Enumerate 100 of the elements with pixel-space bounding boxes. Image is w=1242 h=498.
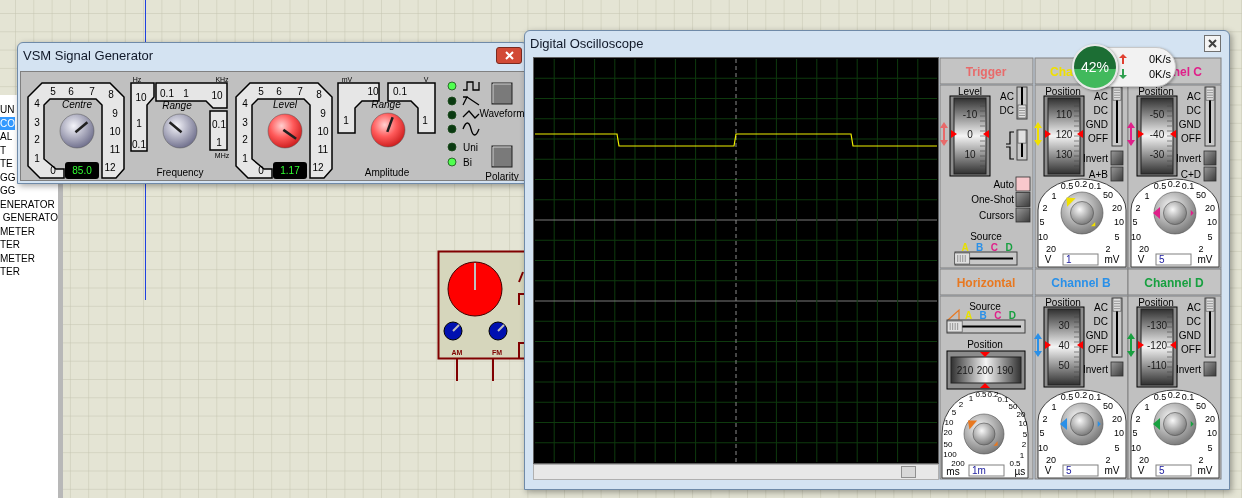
value-field[interactable] [1062,464,1099,477]
panel-button[interactable] [491,145,513,168]
button-label: Waveform [479,107,525,119]
close-button[interactable] [1204,35,1221,52]
position-drum[interactable] [1136,95,1178,177]
list-item[interactable]: GG [0,184,16,198]
coupling-label: DC [999,104,1014,116]
toggle-button[interactable] [1015,176,1031,192]
coupling-label: OFF [1088,132,1108,144]
scale-label: 50 [1058,359,1070,371]
coupling-label: GND [1085,118,1108,130]
list-item[interactable]: GG [0,170,16,184]
rotary-knob[interactable] [162,113,198,149]
scale-label: 10 [109,125,121,137]
source-slider[interactable] [953,251,1018,266]
scale-label: 5 [1207,232,1213,242]
button-label: Invert [1083,363,1108,375]
panel-title: Channel B [1051,276,1111,290]
position-drum[interactable] [949,95,991,177]
field-value: 1m [972,465,986,476]
coupling-switch[interactable] [1204,86,1216,147]
scale-label: 1 [422,114,428,126]
rotary-knob[interactable] [59,113,95,149]
list-item[interactable]: TER [0,238,20,252]
scale-label: 1 [136,117,142,129]
display-value: 85.0 [72,165,92,176]
source-slider[interactable] [946,319,1026,334]
position-drum[interactable] [1043,95,1085,177]
coupling-label: OFF [1181,132,1201,144]
toggle-button[interactable] [1110,361,1124,377]
scale-label: 4 [242,97,248,109]
scale-label: 50 [943,439,953,449]
toggle-button[interactable] [1110,150,1124,166]
close-button[interactable] [496,47,522,64]
scale-label: 0.5 [1060,392,1074,402]
position-drum[interactable] [1043,306,1085,388]
scale-label: 5 [1132,217,1138,227]
scale-label: 10 [135,91,147,103]
position-drum[interactable] [946,350,1026,390]
double-arrow-icon [1034,333,1042,357]
scale-label: 20 [1046,244,1056,254]
scale-label: -120 [1147,339,1167,351]
scale-label: 20 [1112,414,1122,424]
horizontal-scrollbar[interactable] [533,464,939,480]
scale-label: 2 [1135,414,1141,424]
panel-button[interactable] [491,82,513,105]
unit-label: mV [1104,464,1120,476]
knob-label: Range [162,99,192,111]
scale-label: 0.2 [987,389,999,399]
list-item[interactable]: T [0,143,7,157]
scrollbar-thumb[interactable] [901,466,916,478]
scale-label: 100 [943,449,957,459]
list-item[interactable]: AL [0,130,13,144]
scale-label: 200 [951,458,965,468]
scale-label: 5 [1207,443,1213,453]
list-item[interactable]: ENERATOR [0,197,55,211]
scale-label: 20 [1139,455,1149,465]
scale-label: 5 [1039,428,1045,438]
scale-label: 20 [1205,203,1215,213]
scale-label: 0 [967,128,973,140]
coupling-switch[interactable] [1111,86,1123,147]
unit-label: µs [1014,465,1026,477]
scale-label: 0.1 [132,138,146,150]
coupling-switch[interactable] [1111,297,1123,358]
toggle-button[interactable] [1203,166,1217,182]
rotary-knob[interactable] [370,112,406,148]
scale-label: 1 [34,152,40,164]
value-field[interactable] [1062,253,1099,266]
scale-label: 0.1 [997,394,1009,404]
digital-display [273,162,307,179]
sine-wave-icon [462,122,480,136]
toggle-button[interactable] [1203,361,1217,377]
edge-switch[interactable] [1016,129,1028,161]
list-item[interactable]: TER [0,265,20,279]
position-drum[interactable] [1136,306,1178,388]
rotary-knob[interactable] [267,113,303,149]
list-item[interactable]: GENERATO [0,211,58,225]
toggle-button[interactable] [1203,150,1217,166]
scale-label: 0.1 [1181,181,1195,191]
value-field[interactable] [1155,464,1192,477]
toggle-button[interactable] [1015,207,1031,223]
panel-title: Cha [1050,65,1073,79]
list-item[interactable]: METER [0,251,35,265]
button-label: Auto [993,178,1014,190]
value-field[interactable] [1155,253,1192,266]
scale-label: 0.1 [1088,392,1102,402]
list-item[interactable]: TE [0,157,13,171]
coupling-switch[interactable] [1016,86,1028,120]
unit-label: V [1044,464,1052,476]
scale-label: 3 [34,116,40,128]
value-field[interactable] [968,464,1005,477]
toggle-button[interactable] [1110,166,1124,182]
list-item[interactable]: UN [0,103,15,117]
coupling-switch[interactable] [1204,297,1216,358]
transfer-rate: 0K/s [1149,68,1171,80]
toggle-button[interactable] [1015,192,1031,207]
list-item[interactable]: METER [0,224,35,238]
scale-label: 10 [1114,428,1124,438]
scale-label: 1 [1019,450,1025,460]
scale-label: 50 [1008,401,1018,411]
